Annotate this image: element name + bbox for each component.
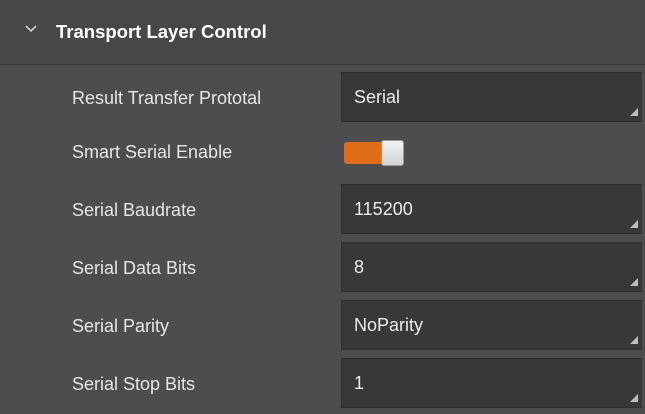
serial-data-bits-select[interactable]: 8: [341, 242, 642, 292]
resize-grip-icon: [630, 278, 638, 286]
serial-data-bits-label: Serial Data Bits: [72, 258, 197, 278]
serial-baudrate-select[interactable]: 115200: [341, 184, 642, 234]
section-title: Transport Layer Control: [56, 21, 267, 42]
row-serial-parity: Serial Parity NoParity: [0, 297, 645, 355]
serial-baudrate-value: 115200: [354, 199, 413, 219]
smart-serial-enable-toggle[interactable]: [344, 140, 404, 166]
serial-parity-label: Serial Parity: [72, 316, 170, 336]
row-serial-baudrate: Serial Baudrate 115200: [0, 181, 645, 239]
serial-parity-value: NoParity: [354, 315, 424, 335]
row-serial-stop-bits: Serial Stop Bits 1: [0, 355, 645, 413]
resize-grip-icon: [630, 220, 638, 228]
resize-grip-icon: [630, 336, 638, 344]
row-serial-data-bits: Serial Data Bits 8: [0, 239, 645, 297]
serial-data-bits-value: 8: [354, 257, 365, 277]
result-transfer-protocol-label: Result Transfer Prototal: [72, 88, 262, 108]
resize-grip-icon: [630, 394, 638, 402]
serial-stop-bits-label: Serial Stop Bits: [72, 374, 196, 394]
section-header[interactable]: Transport Layer Control: [0, 0, 645, 65]
serial-stop-bits-select[interactable]: 1: [341, 358, 642, 408]
transport-layer-panel: Transport Layer Control Result Transfer …: [0, 0, 645, 414]
result-transfer-protocol-value: Serial: [354, 87, 401, 107]
row-result-transfer-protocol: Result Transfer Prototal Serial: [0, 69, 645, 127]
toggle-knob[interactable]: [381, 140, 404, 166]
row-smart-serial-enable: Smart Serial Enable: [0, 123, 645, 181]
smart-serial-enable-label: Smart Serial Enable: [72, 142, 233, 162]
chevron-down-icon[interactable]: [24, 22, 38, 36]
serial-stop-bits-value: 1: [354, 373, 365, 393]
serial-parity-select[interactable]: NoParity: [341, 300, 642, 350]
resize-grip-icon: [630, 108, 638, 116]
result-transfer-protocol-select[interactable]: Serial: [341, 72, 642, 122]
serial-baudrate-label: Serial Baudrate: [72, 200, 197, 220]
